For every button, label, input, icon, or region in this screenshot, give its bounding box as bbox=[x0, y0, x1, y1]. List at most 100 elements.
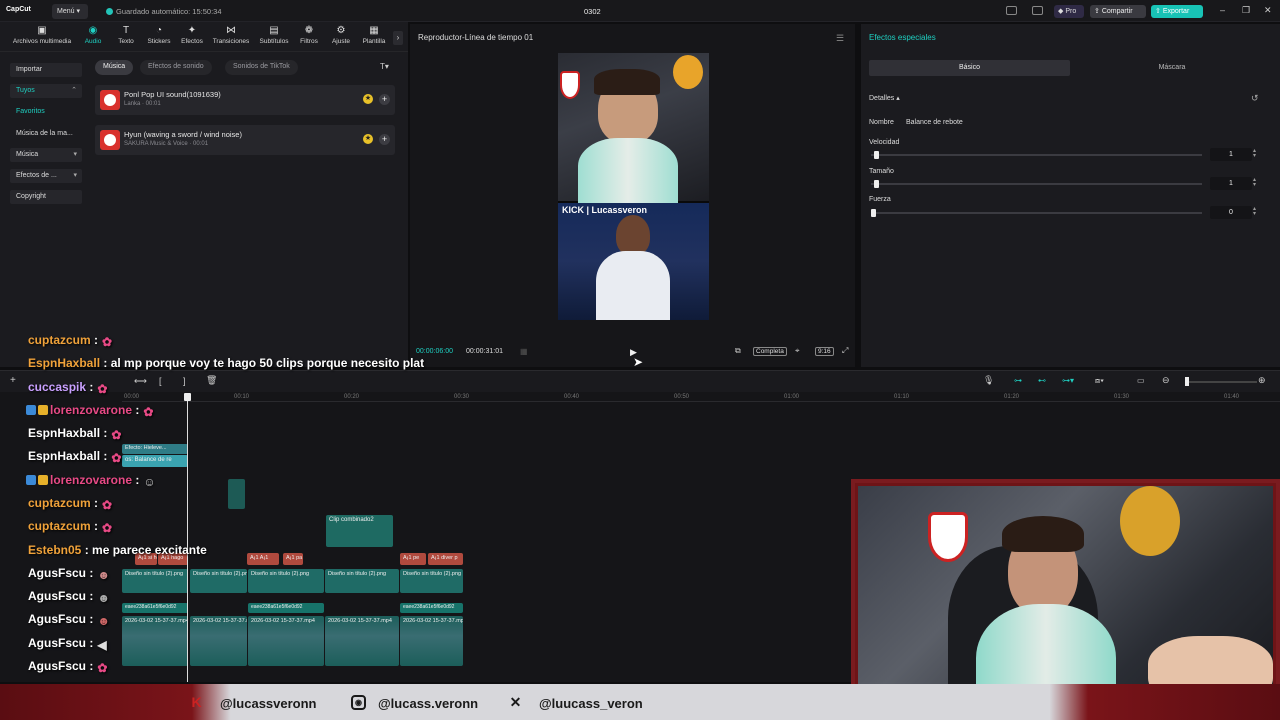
microphone-icon[interactable]: 🎙 bbox=[983, 375, 994, 386]
zoom-slider[interactable] bbox=[1185, 377, 1257, 386]
aspect-ratio-button[interactable]: 9:16 bbox=[815, 347, 834, 356]
sticker-clip[interactable] bbox=[228, 479, 245, 509]
snap-icon[interactable]: ⊶▾ bbox=[1062, 376, 1074, 385]
combined-clip[interactable]: Clip combinado2 bbox=[326, 515, 393, 547]
slider-knob[interactable] bbox=[874, 180, 880, 188]
sort-icon[interactable]: T▾ bbox=[380, 62, 389, 71]
text-clip[interactable]: A¡1 A¡1 bbox=[247, 553, 279, 565]
details-toggle[interactable]: Detalles ▴ bbox=[869, 94, 900, 102]
export-button[interactable]: ⇧ Exportar bbox=[1151, 5, 1203, 18]
close-icon[interactable]: ✕ bbox=[1264, 5, 1272, 16]
delete-icon[interactable]: 🗑 bbox=[206, 375, 217, 386]
sidebar-item-import[interactable]: Importar bbox=[10, 63, 82, 77]
pill-music[interactable]: Música bbox=[95, 60, 134, 75]
tab-audio[interactable]: ◉ Audio bbox=[80, 26, 106, 46]
pro-button[interactable]: ◆ Pro bbox=[1054, 5, 1084, 18]
audio-clip[interactable]: eaee238a61e5f6e0d92 bbox=[122, 603, 188, 613]
sidebar-item-favorites[interactable]: Favoritos bbox=[10, 105, 82, 119]
star-icon[interactable]: ★ bbox=[363, 94, 373, 104]
trim-left-icon[interactable]: [ bbox=[159, 376, 162, 386]
tab-basic[interactable]: Básico bbox=[869, 60, 1070, 76]
slider-knob[interactable] bbox=[871, 209, 876, 217]
share-button[interactable]: ⇪ Compartir bbox=[1090, 5, 1146, 18]
playhead[interactable] bbox=[187, 394, 188, 682]
layout-icon[interactable] bbox=[1006, 6, 1017, 15]
force-input[interactable]: 0 bbox=[1210, 206, 1252, 219]
star-icon[interactable]: ★ bbox=[363, 134, 373, 144]
tab-media[interactable]: ▣ Archivos multimedia bbox=[2, 26, 82, 46]
list-item[interactable]: Ponl Pop UI sound(1091639) Lanka · 00:01… bbox=[95, 85, 395, 115]
audio-clip[interactable]: eaee238a61e5f6e0d92 bbox=[248, 603, 324, 613]
magnet-icon[interactable]: ⊷ bbox=[1038, 376, 1046, 385]
stepper-icon[interactable]: ▴ ▾ bbox=[1253, 177, 1256, 188]
playhead-handle[interactable] bbox=[184, 393, 191, 401]
sidebar-item-sound-effects[interactable]: Efectos de ... ▾ bbox=[10, 169, 82, 183]
slider-knob[interactable] bbox=[874, 151, 880, 159]
tab-transitions[interactable]: ⋈ Transiciones bbox=[210, 26, 252, 46]
sidebar-item-copyright[interactable]: Copyright bbox=[10, 190, 82, 204]
sidebar-item-music[interactable]: Música ▾ bbox=[10, 148, 82, 162]
add-icon[interactable]: + bbox=[10, 375, 16, 386]
shortcuts-icon[interactable] bbox=[1032, 6, 1043, 15]
menu-button[interactable]: Menú ▾ bbox=[52, 4, 88, 19]
tab-filters[interactable]: ❁ Filtros bbox=[296, 26, 322, 46]
stepper-icon[interactable]: ▴ ▾ bbox=[1253, 148, 1256, 159]
add-icon[interactable]: + bbox=[379, 134, 390, 145]
slider-knob[interactable] bbox=[1185, 377, 1189, 386]
effect-clip[interactable]: Efecto: Hieleve... bbox=[122, 444, 188, 454]
stepper-icon[interactable]: ▴ ▾ bbox=[1253, 206, 1256, 217]
trim-right-icon[interactable]: ] bbox=[183, 376, 186, 386]
grid-icon[interactable]: ▦ bbox=[520, 347, 528, 356]
image-clip[interactable]: Diseño sin título (2).png bbox=[248, 569, 324, 593]
video-clip[interactable]: 2026-03-02 15-37-37.mp4 bbox=[325, 616, 399, 666]
video-preview[interactable]: KICK | Lucassveron bbox=[558, 53, 709, 320]
video-clip[interactable]: 2026-03-02 15-37-37.mp4 bbox=[400, 616, 463, 666]
force-slider[interactable] bbox=[871, 209, 1202, 217]
crop-icon[interactable]: ⧉ bbox=[735, 346, 741, 356]
minimize-icon[interactable]: – bbox=[1220, 5, 1225, 15]
text-clip[interactable]: A¡1 pe bbox=[400, 553, 426, 565]
size-slider[interactable] bbox=[871, 180, 1202, 188]
tab-mask[interactable]: Máscara bbox=[1072, 60, 1272, 76]
menu-lines-icon[interactable]: ☰ bbox=[836, 33, 844, 44]
sidebar-item-yours[interactable]: Tuyos ⌃ bbox=[10, 84, 82, 98]
text-clip[interactable]: A¡1 pa bbox=[283, 553, 303, 565]
instagram-handle: @lucass.veronn bbox=[378, 696, 479, 711]
add-icon[interactable]: + bbox=[379, 94, 390, 105]
tab-effects[interactable]: ✦ Efectos bbox=[178, 26, 206, 46]
video-clip[interactable]: 2026-03-02 15-37-37.mp4 bbox=[190, 616, 247, 666]
tab-adjust[interactable]: ⚙ Ajuste bbox=[328, 26, 354, 46]
fullscreen-icon[interactable]: ⤢ bbox=[842, 346, 848, 356]
zoom-in-icon[interactable]: ⊕ bbox=[1258, 375, 1266, 386]
speed-slider[interactable] bbox=[871, 151, 1202, 159]
sidebar-item-brand-music[interactable]: Música de la ma... bbox=[10, 127, 82, 141]
pill-sound-effects[interactable]: Efectos de sonido bbox=[140, 60, 212, 75]
preview-axis-icon[interactable]: ⧈▾ bbox=[1095, 376, 1104, 386]
chevron-right-icon[interactable]: › bbox=[393, 31, 403, 45]
snapshot-icon[interactable]: ⌖ bbox=[795, 346, 800, 356]
caption-icon[interactable]: ▭ bbox=[1137, 376, 1145, 385]
video-clip[interactable]: 2026-03-02 15-37-37.mp4 bbox=[248, 616, 324, 666]
audio-clip[interactable]: eaee238a61e5f6e0d92 bbox=[400, 603, 463, 613]
effect-clip[interactable]: os: Balance de re bbox=[122, 455, 188, 467]
image-clip[interactable]: Diseño sin título (2).png bbox=[325, 569, 399, 593]
text-clip[interactable]: A¡1 diver p bbox=[428, 553, 463, 565]
list-item[interactable]: Hyun (waving a sword / wind noise) SAKUR… bbox=[95, 125, 395, 155]
zoom-out-icon[interactable]: ⊖ bbox=[1162, 375, 1170, 386]
video-clip[interactable]: 2026-03-02 15-37-37.mp4 bbox=[122, 616, 188, 666]
reset-icon[interactable]: ↺ bbox=[1251, 93, 1259, 104]
tab-stickers[interactable]: ◔ Stickers bbox=[144, 26, 174, 46]
split-icon[interactable]: ⟷ bbox=[134, 376, 147, 387]
speed-input[interactable]: 1 bbox=[1210, 148, 1252, 161]
image-clip[interactable]: Diseño sin título (2).png bbox=[400, 569, 463, 593]
image-clip[interactable]: Diseño sin título (2).png bbox=[190, 569, 247, 593]
quality-button[interactable]: Completa bbox=[753, 347, 787, 356]
maximize-icon[interactable]: ❐ bbox=[1242, 5, 1250, 16]
pill-tiktok-sounds[interactable]: Sonidos de TikTok bbox=[225, 60, 298, 75]
image-clip[interactable]: Diseño sin título (2).png bbox=[122, 569, 188, 593]
size-input[interactable]: 1 bbox=[1210, 177, 1252, 190]
tab-subtitles[interactable]: ▤ Subtítulos bbox=[255, 26, 293, 46]
tab-text[interactable]: T Texto bbox=[113, 26, 139, 46]
link-icon[interactable]: ⊶ bbox=[1014, 376, 1022, 385]
tab-templates[interactable]: ▦ Plantilla bbox=[358, 26, 390, 46]
